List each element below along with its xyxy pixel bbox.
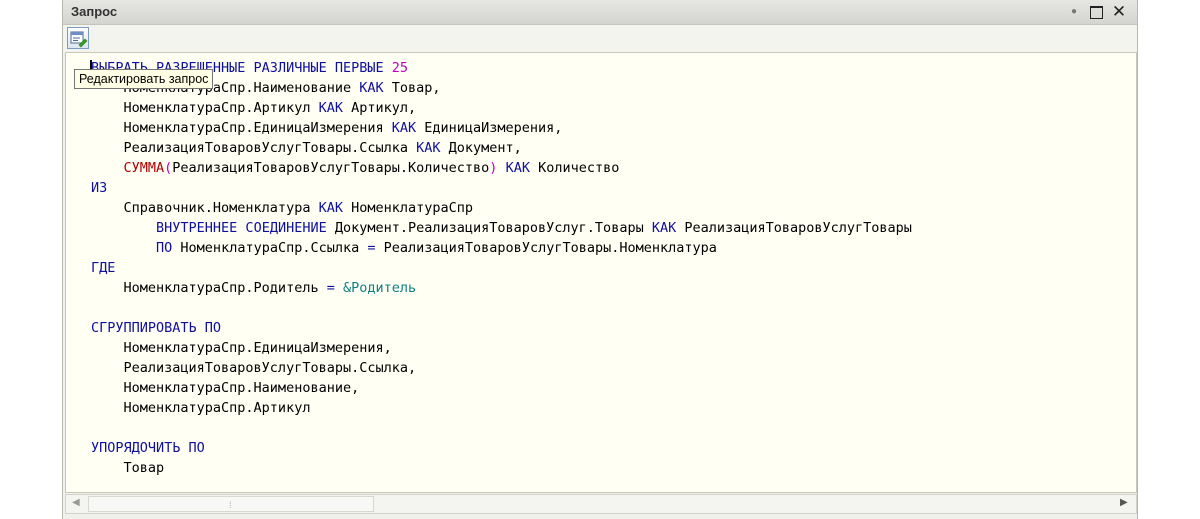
keyword-token: УПОРЯДОЧИТЬ ПО [91, 440, 205, 456]
code-token: Документ.РеализацияТоваровУслуг.Товары [326, 220, 652, 236]
keyword-token: = [326, 280, 335, 296]
parameter-token: &Родитель [342, 280, 417, 296]
code-token: Артикул, [342, 100, 417, 116]
code-line: РеализацияТоваровУслугТовары.Ссылка КАК … [91, 138, 912, 158]
code-line: Товар [91, 458, 912, 478]
keyword-token: СГРУППИРОВАТЬ ПО [91, 320, 222, 336]
keyword-token: ГДЕ [91, 260, 116, 276]
code-token: НоменклатураСпр.Родитель [91, 280, 327, 296]
code-line: ВНУТРЕННЕЕ СОЕДИНЕНИЕ Документ.Реализаци… [91, 218, 912, 238]
code-line: ИЗ [91, 178, 912, 198]
code-line: ВЫБРАТЬ РАЗРЕШЕННЫЕ РАЗЛИЧНЫЕ ПЕРВЫЕ 25 [91, 58, 912, 78]
code-line: ПО НоменклатураСпр.Ссылка = РеализацияТо… [91, 238, 912, 258]
code-token: НоменклатураСпр.Ссылка [172, 240, 368, 256]
code-line: ГДЕ [91, 258, 912, 278]
code-token: НоменклатураСпр [342, 200, 474, 216]
code-line: СГРУППИРОВАТЬ ПО [91, 318, 912, 338]
code-line: РеализацияТоваровУслугТовары.Ссылка, [91, 358, 912, 378]
code-line: НоменклатураСпр.ЕдиницаИзмерения КАК Еди… [91, 118, 912, 138]
keyword-token: ИЗ [91, 180, 108, 196]
edit-query-button[interactable] [67, 27, 89, 49]
query-text-editor[interactable]: ВЫБРАТЬ РАЗРЕШЕННЫЕ РАЗЛИЧНЫЕ ПЕРВЫЕ 25 … [65, 52, 1137, 493]
code-line: НоменклатураСпр.Родитель = &Родитель [91, 278, 912, 298]
query-code: ВЫБРАТЬ РАЗРЕШЕННЫЕ РАЗЛИЧНЫЕ ПЕРВЫЕ 25 … [91, 58, 912, 478]
edit-query-tooltip: Редактировать запрос [74, 69, 214, 89]
scroll-left-icon[interactable]: ◀ [72, 497, 80, 508]
window-title: Запрос [71, 4, 118, 19]
code-line: НоменклатураСпр.Артикул [91, 398, 912, 418]
scroll-right-icon[interactable]: ▶ [1120, 497, 1128, 508]
keyword-token: КАК [391, 120, 417, 136]
keyword-token: ПО [156, 240, 173, 256]
title-bar: Запрос ● ✕ [63, 0, 1137, 25]
code-line: СУММА(РеализацияТоваровУслугТовары.Колич… [91, 158, 912, 178]
keyword-token: КАК [318, 200, 343, 216]
code-token: ЕдиницаИзмерения, [416, 120, 563, 136]
edit-query-icon [70, 31, 88, 48]
code-token: РеализацияТоваровУслугТовары.Ссылка [91, 140, 417, 156]
scroll-thumb[interactable]: ⁞ [88, 496, 374, 512]
keyword-token: КАК [318, 100, 343, 116]
pin-icon[interactable]: ● [1065, 3, 1083, 21]
toolbar [63, 25, 1137, 52]
number-token: 25 [391, 60, 408, 76]
code-line: УПОРЯДОЧИТЬ ПО [91, 438, 912, 458]
code-token: НоменклатураСпр.Артикул [91, 100, 319, 116]
keyword-token: КАК [416, 140, 441, 156]
code-line: НоменклатураСпр.Наименование КАК Товар, [91, 78, 912, 98]
close-icon[interactable]: ✕ [1110, 3, 1128, 21]
keyword-token: КАК [505, 160, 530, 176]
maximize-icon[interactable] [1087, 3, 1105, 21]
function-token: СУММА [123, 160, 165, 176]
code-token: Справочник.Номенклатура [91, 200, 319, 216]
code-token: РеализацияТоваровУслугТовары [676, 220, 912, 236]
code-token: Товар, [383, 80, 441, 96]
keyword-token: ВНУТРЕННЕЕ СОЕДИНЕНИЕ [156, 220, 327, 236]
code-line: НоменклатураСпр.ЕдиницаИзмерения, [91, 338, 912, 358]
keyword-token: = [367, 240, 376, 256]
grip-icon: ⁞ [229, 500, 232, 510]
code-token: РеализацияТоваровУслугТовары.Номенклатур… [375, 240, 717, 256]
code-token: Документ, [440, 140, 522, 156]
code-line: Справочник.Номенклатура КАК Номенклатура… [91, 198, 912, 218]
code-token: НоменклатураСпр.Наименование, [91, 380, 360, 396]
horizontal-scrollbar[interactable]: ◀ ⁞ ▶ [65, 494, 1137, 514]
code-token: НоменклатураСпр.ЕдиницаИзмерения, [91, 340, 392, 356]
keyword-token: КАК [651, 220, 677, 236]
code-line: НоменклатураСпр.Наименование, [91, 378, 912, 398]
keyword-token: КАК [359, 80, 384, 96]
code-line: НоменклатураСпр.Артикул КАК Артикул, [91, 98, 912, 118]
code-token: РеализацияТоваровУслугТовары.Ссылка, [91, 360, 417, 376]
code-token: Количество [529, 160, 620, 176]
code-token: РеализацияТоваровУслугТовары.Количество [172, 160, 490, 176]
code-token: Товар [91, 460, 165, 476]
code-token: НоменклатураСпр.ЕдиницаИзмерения [91, 120, 392, 136]
query-window: Запрос ● ✕ ВЫБРАТЬ РАЗРЕШЕННЫЕ РАЗЛИЧНЫЕ… [62, 0, 1138, 519]
code-token: НоменклатураСпр.Артикул [91, 400, 311, 416]
